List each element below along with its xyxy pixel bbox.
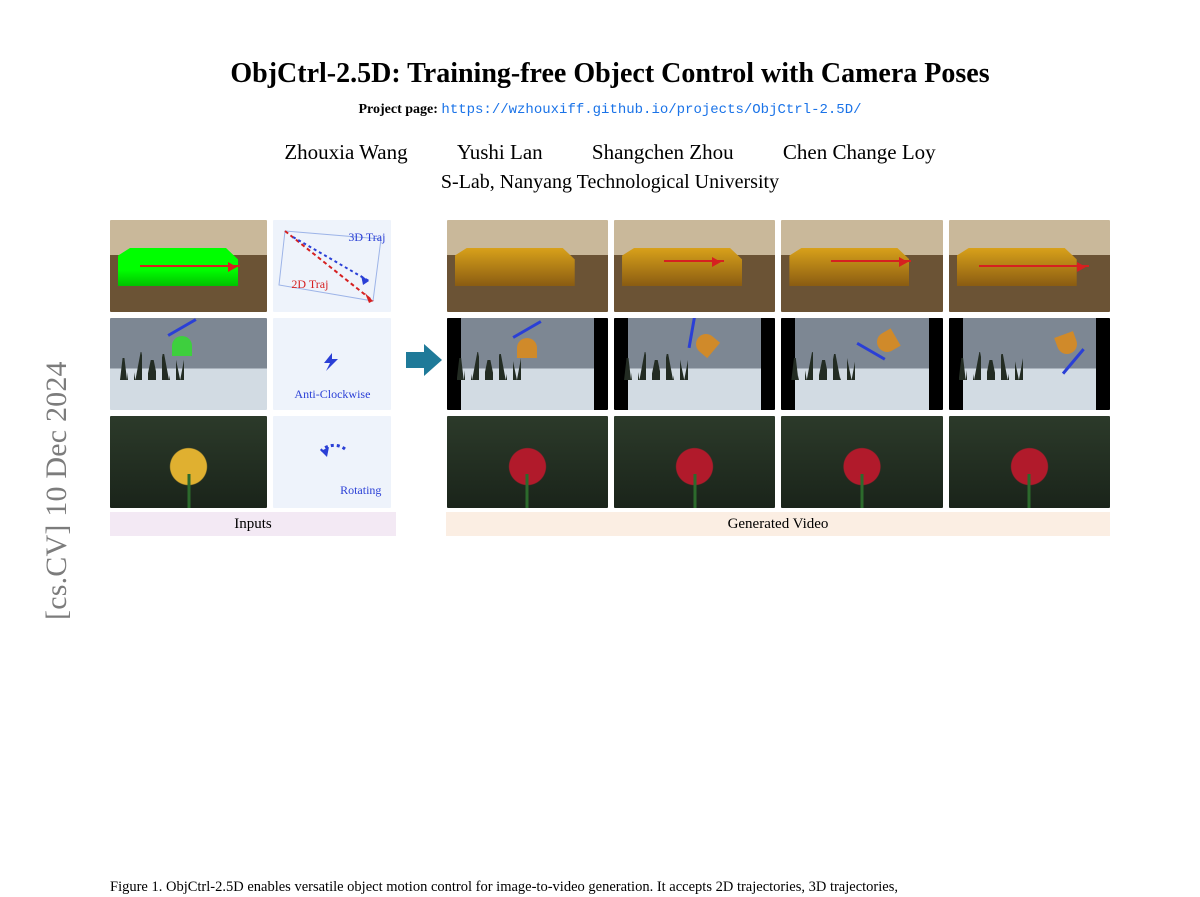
- generated-frame: [447, 416, 608, 508]
- generated-frame: [949, 220, 1110, 312]
- input-image-train: [110, 220, 267, 312]
- project-page-line: Project page: https://wzhouxiff.github.i…: [110, 102, 1110, 118]
- figure-caption: Figure 1. ObjCtrl-2.5D enables versatile…: [110, 878, 1110, 897]
- generated-frame: [447, 220, 608, 312]
- affiliation: S-Lab, Nanyang Technological University: [110, 171, 1110, 194]
- figure-row-skier: Anti-Clockwise: [110, 318, 1110, 410]
- project-page-url[interactable]: https://wzhouxiff.github.io/projects/Obj…: [441, 102, 861, 118]
- control-label-3d: 3D Traj: [348, 230, 385, 245]
- project-page-label: Project page:: [358, 102, 441, 117]
- generated-frame: [949, 318, 1110, 410]
- generated-frame: [781, 416, 942, 508]
- figure-row-rose: Rotating: [110, 416, 1110, 508]
- paper-page: ObjCtrl-2.5D: Training-free Object Contr…: [110, 30, 1110, 897]
- author: Zhouxia Wang: [284, 140, 407, 164]
- generated-frame: [781, 318, 942, 410]
- anticlockwise-icon: [312, 347, 352, 381]
- control-box-trajectory: 3D Traj 2D Traj: [273, 220, 391, 312]
- author: Shangchen Zhou: [592, 140, 734, 164]
- trajectory-arrow-icon: [664, 260, 724, 262]
- spacer: [397, 416, 440, 508]
- author: Chen Change Loy: [783, 140, 936, 164]
- big-arrow-icon: [404, 340, 444, 380]
- figure-label-generated: Generated Video: [446, 512, 1110, 536]
- spacer: [397, 220, 440, 312]
- control-box-anticlockwise: Anti-Clockwise: [273, 318, 391, 410]
- generated-frame: [614, 416, 775, 508]
- trajectory-arrow-icon: [831, 260, 911, 262]
- trajectory-arrow-icon: [979, 265, 1089, 267]
- paper-title: ObjCtrl-2.5D: Training-free Object Contr…: [110, 58, 1110, 90]
- arxiv-tag: [cs.CV] 10 Dec 2024: [40, 361, 74, 620]
- control-box-rotating: Rotating: [273, 416, 391, 508]
- rotating-icon: [307, 437, 357, 487]
- author-list: Zhouxia Wang Yushi Lan Shangchen Zhou Ch…: [110, 140, 1110, 165]
- control-label-anticlockwise: Anti-Clockwise: [273, 387, 391, 402]
- figure-1: 3D Traj 2D Traj Anti-Clockwise: [110, 220, 1110, 545]
- figure-label-inputs: Inputs: [110, 512, 396, 536]
- input-image-rose: [110, 416, 267, 508]
- generated-frame: [614, 220, 775, 312]
- generated-frame: [447, 318, 608, 410]
- control-label-rotating: Rotating: [340, 483, 381, 498]
- trajectory-arrow-icon: [140, 265, 240, 267]
- figure-row-train: 3D Traj 2D Traj: [110, 220, 1110, 312]
- generated-frame: [949, 416, 1110, 508]
- author: Yushi Lan: [457, 140, 543, 164]
- generated-frame: [781, 220, 942, 312]
- generated-frame: [614, 318, 775, 410]
- control-label-2d: 2D Traj: [291, 277, 328, 292]
- input-image-skier: [110, 318, 267, 410]
